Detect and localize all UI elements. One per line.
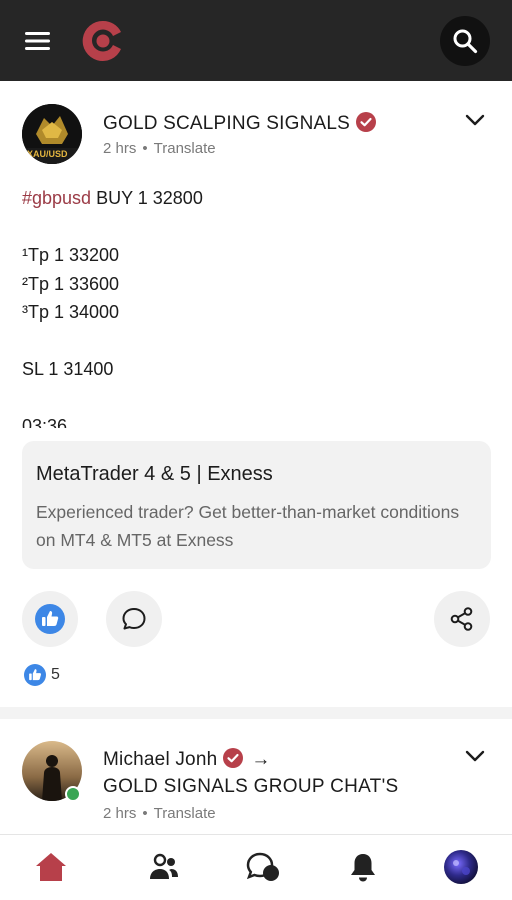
nav-profile[interactable]	[441, 849, 481, 885]
author-avatar[interactable]: XAU/USD	[22, 104, 82, 164]
meta-separator: •	[142, 805, 148, 822]
like-reaction-icon	[24, 664, 46, 686]
post2-author-name[interactable]: Michael Jonh →	[103, 748, 271, 771]
search-button[interactable]	[440, 16, 490, 66]
tp3-line: ³Tp 1 34000	[22, 302, 120, 322]
buy-text: BUY 1 32800	[91, 188, 203, 208]
chevron-down-icon[interactable]	[462, 107, 488, 133]
post2-meta: 2 hrs • Translate	[103, 805, 216, 822]
post-text: #gbpusd BUY 1 32800 ¹Tp 1 33200 ²Tp 1 33…	[22, 184, 492, 428]
comment-button[interactable]	[106, 591, 162, 647]
thumbs-up-icon	[35, 604, 65, 634]
post-author-name[interactable]: GOLD SCALPING SIGNALS	[103, 112, 377, 135]
chevron-down-icon[interactable]	[462, 743, 488, 769]
comment-bubble-icon	[122, 608, 146, 630]
like-button[interactable]	[22, 591, 78, 647]
author-name-text: GOLD SCALPING SIGNALS	[103, 113, 351, 134]
link-title: MetaTrader 4 & 5 | Exness	[36, 463, 273, 485]
post-time: 2 hrs	[103, 140, 137, 157]
menu-button[interactable]	[16, 23, 60, 59]
app-logo-icon	[82, 20, 121, 61]
verified-badge-icon	[223, 748, 244, 768]
group-name[interactable]: GOLD SIGNALS GROUP CHAT'S	[103, 776, 399, 798]
translate-link-2[interactable]: Translate	[154, 805, 216, 822]
feed-divider	[0, 707, 512, 719]
top-app-bar	[0, 0, 512, 81]
search-icon	[453, 29, 478, 54]
nav-home[interactable]	[31, 849, 71, 885]
verified-badge-icon	[356, 112, 377, 132]
author2-name-text: Michael Jonh	[103, 749, 218, 770]
hamburger-icon	[25, 32, 50, 50]
tp2-line: ²Tp 1 33600	[22, 273, 120, 294]
tp1-line: ¹Tp 1 33200	[22, 245, 120, 265]
nav-notifications[interactable]	[343, 849, 383, 885]
post-meta: 2 hrs • Translate	[103, 140, 216, 157]
arrow-right-icon: →	[251, 749, 271, 770]
home-icon	[36, 853, 66, 881]
nav-messages[interactable]	[243, 849, 283, 885]
meta-separator: •	[142, 140, 148, 157]
profile-avatar	[444, 850, 478, 884]
translate-link[interactable]: Translate	[154, 140, 216, 157]
friends-icon	[150, 853, 178, 879]
notifications-icon	[351, 854, 375, 882]
hashtag-link[interactable]: #gbpusd	[22, 188, 91, 208]
reaction-summary[interactable]: 5	[24, 663, 60, 687]
app-logo[interactable]	[80, 18, 126, 64]
avatar-caption: XAU/USD	[27, 149, 68, 159]
post-line-1: #gbpusd BUY 1 32800	[22, 184, 492, 213]
link-description: Experienced trader? Get better-than-mark…	[36, 502, 460, 550]
time-line: 03:36	[22, 416, 68, 428]
share-icon	[450, 607, 473, 631]
messages-icon	[246, 852, 279, 881]
post2-time: 2 hrs	[103, 805, 137, 822]
bottom-navigation	[0, 834, 512, 900]
nav-friends[interactable]	[144, 849, 184, 885]
like-count: 5	[51, 666, 60, 683]
sl-line: SL 1 31400	[22, 359, 114, 379]
online-status-indicator	[65, 786, 81, 802]
link-preview-card[interactable]: MetaTrader 4 & 5 | Exness Experienced tr…	[22, 441, 491, 569]
share-button[interactable]	[434, 591, 490, 647]
